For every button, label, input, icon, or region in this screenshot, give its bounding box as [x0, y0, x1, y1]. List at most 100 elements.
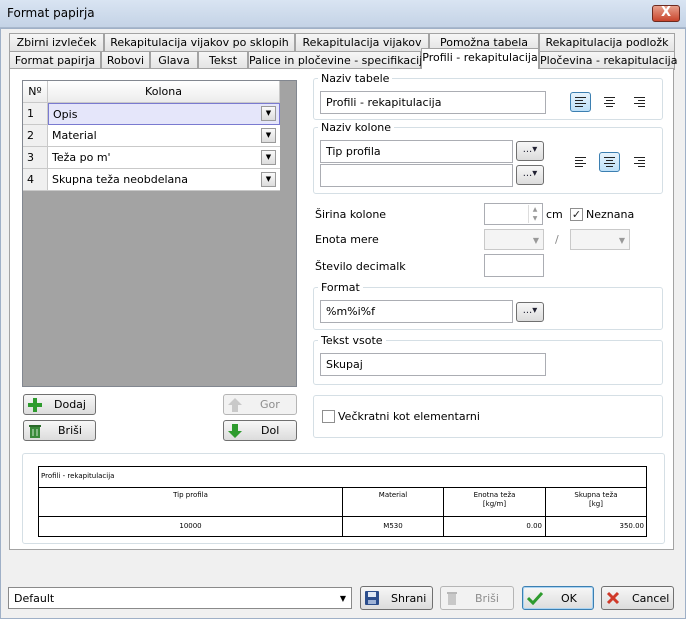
align-left-icon[interactable]	[570, 92, 591, 112]
row-value[interactable]: Opis	[48, 103, 280, 125]
preset-select[interactable]: Default ▼	[8, 587, 352, 609]
multiple-angle-label: Večkratni kot elementarni	[338, 410, 480, 423]
decimals-input[interactable]	[484, 254, 544, 277]
title-bar	[0, 0, 686, 28]
chevron-down-icon: ▼	[532, 236, 539, 245]
tab-rekapitulacija-podlozk[interactable]: Rekapitulacija podložk	[539, 33, 675, 52]
row-value[interactable]: Skupna teža neobdelana	[48, 169, 280, 191]
delete-row-label: Briši	[58, 424, 82, 437]
plus-icon	[28, 398, 42, 412]
preview-header-4: Skupna teža [kg]	[574, 491, 618, 508]
save-label: Shrani	[391, 592, 427, 605]
up-label: Gor	[260, 398, 280, 411]
column-name-input[interactable]: Tip profila	[320, 140, 513, 163]
delete-preset-button[interactable]: Briši	[440, 586, 514, 610]
preview-cell-4: 350.00	[619, 522, 645, 530]
tab-rekapitulacija-vijakov[interactable]: Rekapitulacija vijakov	[295, 33, 429, 52]
trash-icon	[447, 592, 457, 605]
delete-row-button[interactable]: Briši	[23, 420, 96, 441]
window-title: Format papirja	[7, 6, 95, 20]
grid-header-kolona: Kolona	[48, 81, 280, 103]
multiple-angle-checkbox[interactable]	[322, 410, 335, 423]
column-name-label: Naziv kolone	[318, 121, 395, 134]
table-name-label: Naziv tabele	[318, 72, 393, 85]
column-name-browse-button[interactable]: ...▾	[516, 141, 544, 161]
sum-text-label: Tekst vsote	[318, 334, 386, 347]
unit-measure-label: Enota mere	[315, 233, 379, 246]
chevron-down-icon: ▼	[339, 594, 346, 603]
columns-grid[interactable]: Nº Kolona 1 Opis ▼ 2 Material ▼ 3 Teža p…	[22, 80, 297, 387]
ellipsis-icon: ...	[522, 144, 533, 155]
table-name-input[interactable]: Profili - rekapitulacija	[320, 91, 546, 114]
preview-cell-1: 10000	[179, 522, 202, 530]
save-button[interactable]: Shrani	[360, 586, 433, 610]
chevron-down-icon[interactable]: ▼	[261, 150, 276, 165]
unit-separator: /	[555, 233, 559, 246]
table-row[interactable]: 1 Opis ▼	[23, 103, 280, 125]
close-icon: X	[660, 5, 672, 20]
align-right-icon[interactable]	[629, 152, 650, 172]
tab-rekapitulacija-vijakov-po-sklopih[interactable]: Rekapitulacija vijakov po sklopih	[104, 33, 295, 52]
arrow-up-icon	[228, 398, 242, 412]
down-label: Dol	[261, 424, 280, 437]
tab-zbirni-izvlecek[interactable]: Zbirni izvleček	[9, 33, 104, 52]
align-center-icon[interactable]	[599, 92, 620, 112]
table-row[interactable]: 3 Teža po m' ▼	[23, 147, 280, 169]
row-number: 2	[23, 125, 48, 147]
table-row[interactable]: 4 Skupna teža neobdelana ▼	[23, 169, 280, 191]
preview-table: Profili - rekapitulacija Tip profila Mat…	[38, 466, 647, 537]
format-input[interactable]: %m%i%f	[320, 300, 513, 323]
row-value[interactable]: Material	[48, 125, 280, 147]
up-button[interactable]: Gor	[223, 394, 297, 415]
cancel-label: Cancel	[632, 592, 670, 605]
column-width-unit: cm	[546, 208, 563, 221]
preview-header-2: Material	[378, 491, 408, 499]
ok-button[interactable]: OK	[522, 586, 594, 610]
preview-cell-2: M530	[383, 522, 403, 530]
preview-header-3: Enotna teža [kg/m]	[473, 491, 516, 508]
tab-profili-rekapitulacija[interactable]: Profili - rekapitulacija	[421, 48, 539, 69]
sum-text-input[interactable]: Skupaj	[320, 353, 546, 376]
unit-measure-select-2[interactable]: ▼	[570, 229, 630, 250]
table-row[interactable]: 2 Material ▼	[23, 125, 280, 147]
trash-icon	[29, 425, 41, 438]
arrow-down-icon	[228, 424, 242, 438]
ellipsis-icon: ...	[522, 168, 533, 179]
preview-title: Profili - rekapitulacija	[41, 472, 115, 480]
grid-header-number: Nº	[23, 81, 48, 103]
align-right-icon[interactable]	[629, 92, 650, 112]
close-button[interactable]: X	[652, 5, 680, 22]
column-name-browse-button-2[interactable]: ...▾	[516, 165, 544, 185]
unknown-label: Neznana	[586, 208, 635, 221]
row-number: 3	[23, 147, 48, 169]
down-button[interactable]: Dol	[223, 420, 297, 441]
checkmark-icon	[527, 591, 543, 605]
align-left-icon[interactable]	[570, 152, 591, 172]
spinner-icon[interactable]: ▲ ▼	[528, 205, 541, 223]
chevron-down-icon: ▼	[618, 236, 625, 245]
align-center-icon[interactable]	[599, 152, 620, 172]
unknown-checkbox[interactable]: ✓	[570, 208, 583, 221]
chevron-down-icon[interactable]: ▼	[261, 172, 276, 187]
chevron-down-icon[interactable]: ▼	[261, 128, 276, 143]
add-label: Dodaj	[54, 398, 86, 411]
preview-header-1: Tip profila	[173, 491, 208, 499]
preset-value: Default	[14, 592, 55, 605]
chevron-down-icon[interactable]: ▼	[261, 106, 276, 121]
row-number: 4	[23, 169, 48, 191]
x-icon	[606, 591, 620, 605]
column-width-label: Širina kolone	[315, 208, 387, 221]
column-name-input-2[interactable]	[320, 164, 513, 187]
format-label: Format	[318, 281, 363, 294]
floppy-icon	[365, 591, 379, 605]
decimals-label: Število decimalk	[315, 260, 406, 273]
row-number: 1	[23, 103, 48, 125]
ok-label: OK	[561, 592, 577, 605]
cancel-button[interactable]: Cancel	[601, 586, 674, 610]
unit-measure-select-1[interactable]: ▼	[484, 229, 544, 250]
row-value[interactable]: Teža po m'	[48, 147, 280, 169]
format-browse-button[interactable]: ...▾	[516, 302, 544, 322]
add-button[interactable]: Dodaj	[23, 394, 96, 415]
delete-preset-label: Briši	[475, 592, 499, 605]
ellipsis-icon: ...	[522, 305, 533, 316]
